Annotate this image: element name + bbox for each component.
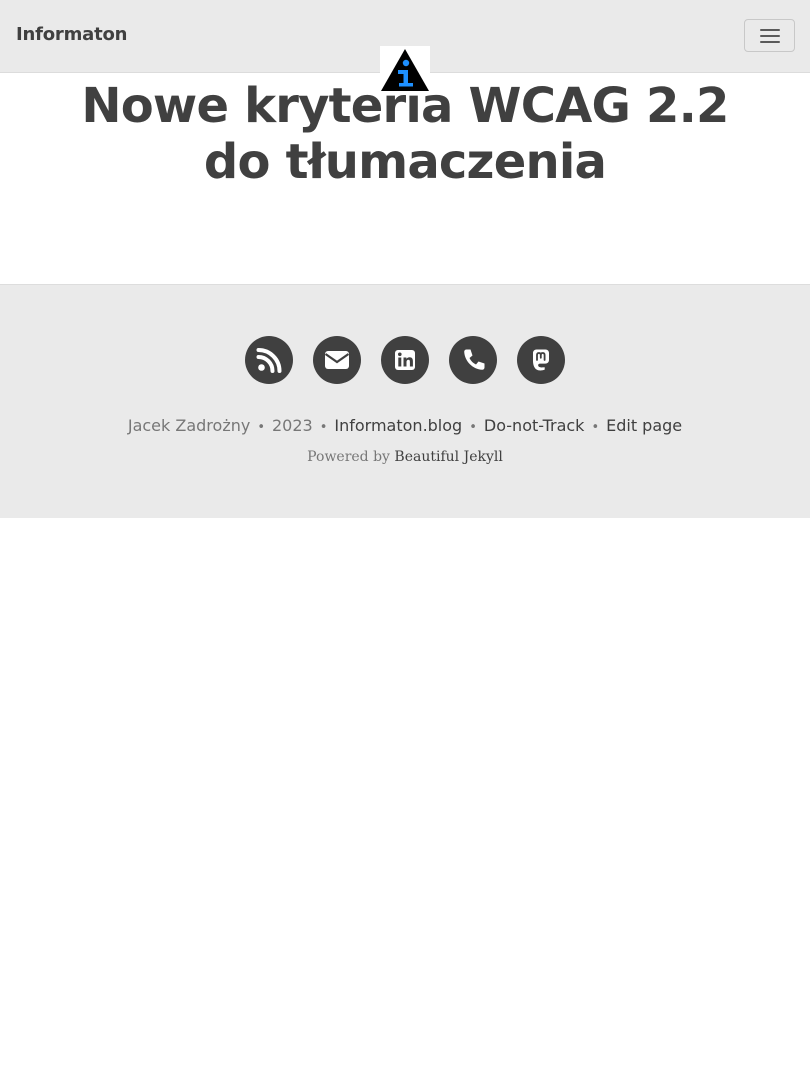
hamburger-bar [760, 41, 780, 43]
powered-by: Powered by Beautiful Jekyll [0, 447, 810, 467]
envelope-icon [324, 351, 350, 369]
do-not-track-link[interactable]: Do-not-Track [484, 416, 585, 435]
rss-button[interactable] [245, 336, 293, 384]
edit-page-link[interactable]: Edit page [606, 416, 682, 435]
separator: • [319, 420, 328, 435]
author-name: Jacek Zadrożny [127, 416, 251, 435]
powered-by-prefix: Powered by [307, 449, 390, 465]
footer: Jacek Zadrożny • 2023 • Informaton.blog • Do-n… [0, 284, 810, 518]
info-triangle-logo-icon [381, 49, 429, 91]
rss-icon [256, 348, 282, 373]
site-link[interactable]: Informaton.blog [334, 416, 462, 435]
hamburger-menu-icon [760, 29, 780, 31]
brand-link[interactable]: Informaton [16, 24, 127, 45]
page-title-line-2: do tłumaczenia [203, 134, 607, 190]
mastodon-icon [533, 349, 549, 371]
copyright-year: 2023 [272, 416, 313, 435]
linkedin-button[interactable] [381, 336, 429, 384]
linkedin-icon [395, 350, 415, 370]
beautiful-jekyll-link[interactable]: Beautiful Jekyll [394, 449, 502, 465]
separator: • [591, 420, 600, 435]
mastodon-button[interactable] [517, 336, 565, 384]
phone-button[interactable] [449, 336, 497, 384]
menu-toggle-button[interactable] [744, 19, 795, 52]
email-button[interactable] [313, 336, 361, 384]
separator: • [469, 420, 477, 435]
hamburger-bar [760, 35, 780, 37]
phone-icon [464, 349, 485, 370]
avatar-logo[interactable] [380, 46, 430, 93]
page-title: Nowe kryteria WCAG 2.2 do tłumaczenia [0, 78, 810, 190]
separator: • [257, 420, 265, 435]
footer-meta: Jacek Zadrożny • 2023 • Informaton.blog • Do-n… [0, 414, 810, 440]
